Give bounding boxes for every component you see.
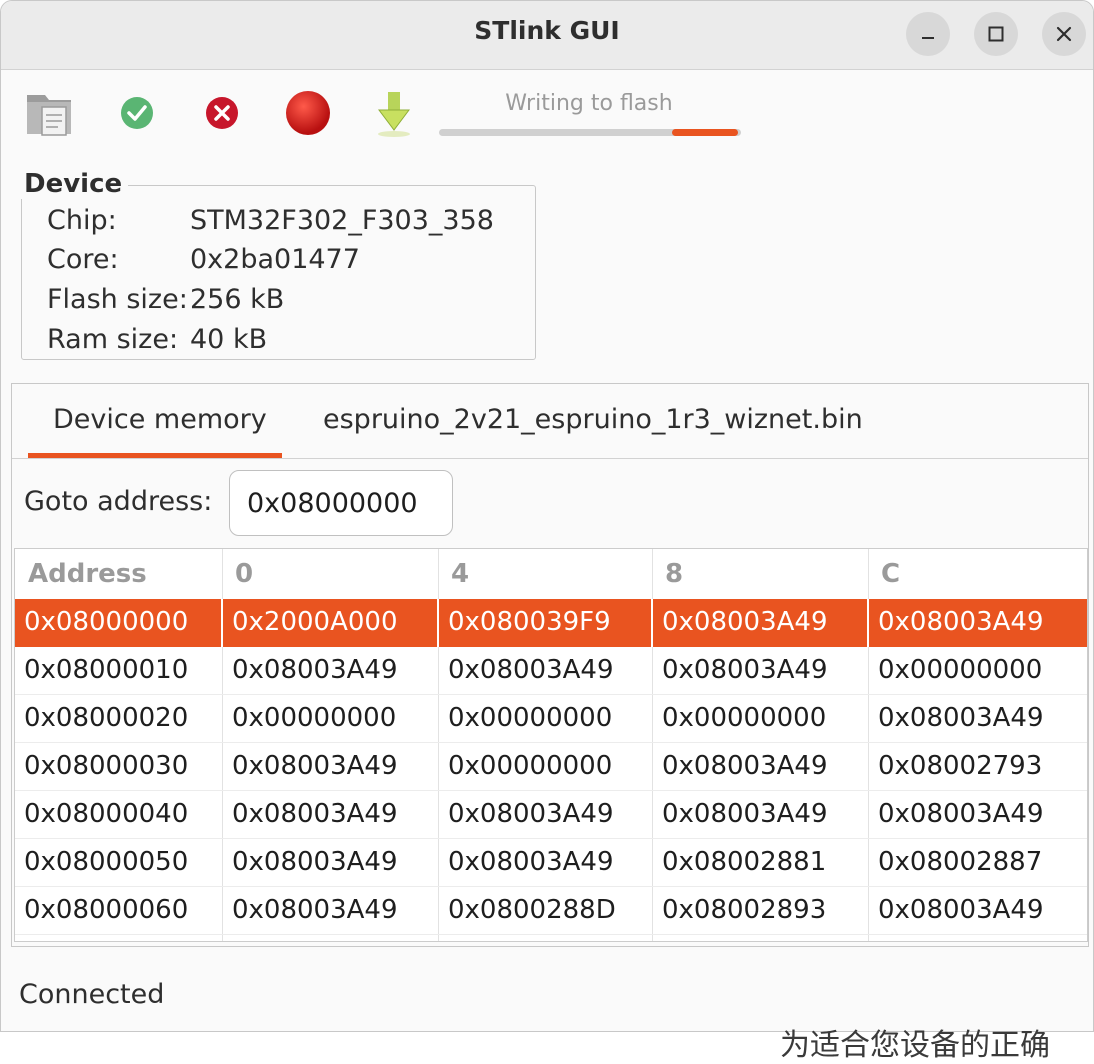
flash-progress-fill bbox=[671, 129, 738, 136]
memory-cell: 0x080039F9 bbox=[448, 607, 611, 637]
memory-cell: 0x08002887 bbox=[878, 847, 1043, 877]
cell-separator bbox=[651, 599, 653, 647]
connect-button[interactable] bbox=[115, 91, 159, 135]
address-cell: 0x08000050 bbox=[24, 847, 189, 877]
background-window-text: 为适合您设备的正确 bbox=[780, 1028, 1050, 1063]
memory-cell: 0x08003A49 bbox=[232, 799, 398, 829]
table-row[interactable]: 0x08000060 0x08003A49 0x0800288D 0x08002893… bbox=[15, 887, 1087, 935]
memory-cell: 0x00000000 bbox=[662, 703, 827, 733]
table-header: Address 0 4 8 C bbox=[15, 549, 1087, 600]
memory-cell: 0x2000A000 bbox=[232, 607, 398, 637]
memory-cell: 0x08002793 bbox=[878, 751, 1043, 781]
tab-device-memory[interactable]: Device memory bbox=[53, 404, 267, 435]
maximize-icon bbox=[988, 26, 1004, 42]
address-cell: 0x08000060 bbox=[24, 895, 189, 925]
close-button[interactable] bbox=[1042, 12, 1086, 56]
address-cell: 0x08000020 bbox=[24, 703, 189, 733]
memory-cell: 0x08003A49 bbox=[448, 799, 614, 829]
memory-cell: 0x08003A49 bbox=[878, 703, 1044, 733]
core-label: Core: bbox=[47, 244, 119, 275]
cell-separator bbox=[867, 599, 869, 647]
chip-label: Chip: bbox=[47, 205, 117, 236]
memory-cell: 0x08003A49 bbox=[662, 751, 828, 781]
memory-cell: 0x00000000 bbox=[878, 655, 1043, 685]
memory-cell: 0x08003A49 bbox=[878, 799, 1044, 829]
memory-notebook: Device memory espruino_2v21_espruino_1r3… bbox=[11, 383, 1089, 947]
flash-progress-bar bbox=[439, 129, 741, 136]
memory-cell: 0x08002881 bbox=[662, 847, 827, 877]
status-text: Connected bbox=[19, 979, 165, 1010]
table-row[interactable]: 0x08000030 0x08003A49 0x00000000 0x08003A49… bbox=[15, 743, 1087, 791]
memory-cell: 0x00000000 bbox=[448, 751, 613, 781]
flash-download-icon bbox=[378, 92, 410, 137]
goto-address-input[interactable] bbox=[229, 470, 453, 536]
flash-size-label: Flash size: bbox=[47, 284, 188, 315]
device-legend: Device bbox=[19, 169, 129, 199]
open-file-button[interactable] bbox=[23, 89, 77, 139]
memory-cell: 0x08003A49 bbox=[232, 655, 398, 685]
table-row[interactable]: 0x08000000 0x2000A000 0x080039F9 0x08003A49… bbox=[15, 599, 1087, 647]
memory-cell: 0x0800288D bbox=[448, 895, 616, 925]
memory-cell: 0x08003A49 bbox=[878, 607, 1044, 637]
progress-label: Writing to flash bbox=[505, 91, 673, 116]
memory-cell: 0x08003A49 bbox=[232, 895, 398, 925]
memory-cell: 0x08003A49 bbox=[662, 655, 828, 685]
memory-cell: 0x00000000 bbox=[232, 703, 397, 733]
table-row[interactable]: 0x08000020 0x00000000 0x00000000 0x00000000… bbox=[15, 695, 1087, 743]
column-header-8[interactable]: 8 bbox=[665, 559, 683, 589]
memory-cell: 0x08003A49 bbox=[232, 847, 398, 877]
tab-binary-file[interactable]: espruino_2v21_espruino_1r3_wiznet.bin bbox=[323, 404, 863, 435]
maximize-button[interactable] bbox=[974, 12, 1018, 56]
goto-address-label: Goto address: bbox=[24, 486, 213, 517]
memory-cell: 0x08003A49 bbox=[232, 751, 398, 781]
memory-table: Address 0 4 8 C 0x08000000 0x2000A000 0x08… bbox=[14, 548, 1088, 942]
table-row[interactable]: 0x08000010 0x08003A49 0x08003A49 0x08003A49… bbox=[15, 647, 1087, 695]
memory-cell: 0x00000000 bbox=[448, 703, 613, 733]
disconnect-button[interactable] bbox=[200, 91, 244, 135]
connect-icon bbox=[121, 97, 153, 129]
table-row-partial bbox=[15, 935, 1087, 941]
title-bar: STlink GUI bbox=[1, 1, 1093, 70]
address-cell: 0x08000000 bbox=[24, 607, 189, 637]
flash-download-button[interactable] bbox=[371, 87, 417, 139]
active-tab-indicator bbox=[28, 453, 282, 458]
memory-cell: 0x08003A49 bbox=[662, 799, 828, 829]
table-row[interactable]: 0x08000040 0x08003A49 0x08003A49 0x08003A49… bbox=[15, 791, 1087, 839]
stlink-window: STlink GUI Writing to flash Device Chip:… bbox=[0, 0, 1094, 1032]
memory-cell: 0x08002893 bbox=[662, 895, 827, 925]
memory-cell: 0x08003A49 bbox=[662, 607, 828, 637]
address-cell: 0x08000030 bbox=[24, 751, 189, 781]
flash-size-value: 256 kB bbox=[190, 284, 285, 315]
column-header-c[interactable]: C bbox=[881, 559, 900, 589]
record-icon bbox=[286, 91, 330, 135]
disconnect-icon bbox=[206, 97, 238, 129]
memory-cell: 0x08003A49 bbox=[878, 895, 1044, 925]
tab-bar: Device memory espruino_2v21_espruino_1r3… bbox=[12, 384, 1088, 459]
memory-cell: 0x08003A49 bbox=[448, 847, 614, 877]
minimize-button[interactable] bbox=[906, 12, 950, 56]
column-header-4[interactable]: 4 bbox=[451, 559, 469, 589]
memory-cell: 0x08003A49 bbox=[448, 655, 614, 685]
ram-size-value: 40 kB bbox=[190, 324, 268, 355]
chip-value: STM32F302_F303_358 bbox=[190, 205, 494, 236]
close-icon bbox=[1056, 26, 1072, 42]
column-header-0[interactable]: 0 bbox=[235, 559, 253, 589]
cell-separator bbox=[437, 599, 439, 647]
minimize-icon bbox=[922, 37, 934, 39]
ram-size-label: Ram size: bbox=[47, 324, 179, 355]
record-button[interactable] bbox=[282, 87, 334, 139]
column-header-address[interactable]: Address bbox=[28, 559, 147, 589]
open-file-icon bbox=[27, 95, 71, 136]
core-value: 0x2ba01477 bbox=[190, 244, 360, 275]
address-cell: 0x08000040 bbox=[24, 799, 189, 829]
cell-separator bbox=[221, 599, 223, 647]
address-cell: 0x08000010 bbox=[24, 655, 189, 685]
table-row[interactable]: 0x08000050 0x08003A49 0x08003A49 0x08002881… bbox=[15, 839, 1087, 887]
